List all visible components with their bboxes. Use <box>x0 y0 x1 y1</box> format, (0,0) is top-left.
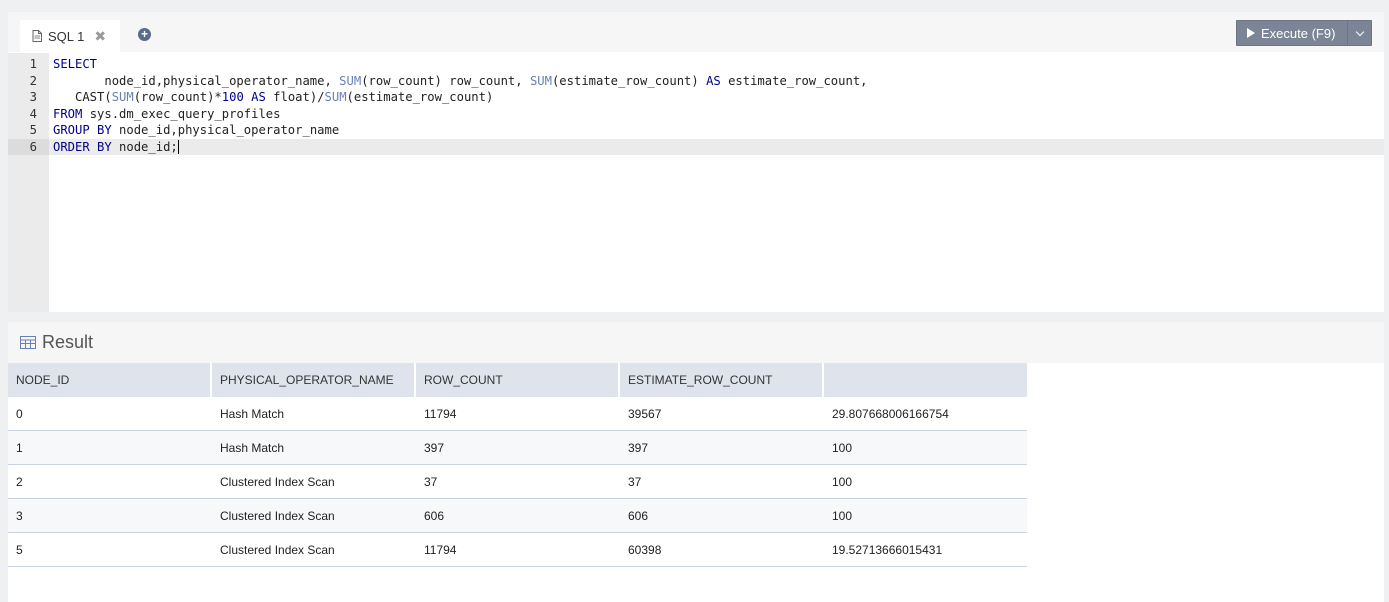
table-cell: 3 <box>16 508 23 523</box>
result-panel: Result NODE_ID PHYSICAL_OPERATOR_NAME ROW_… <box>8 322 1384 602</box>
line-number: 1 <box>29 57 37 71</box>
table-cell: 1 <box>16 440 23 455</box>
code-text: GROUP BY node_id,physical_operator_name <box>53 123 340 137</box>
table-row[interactable]: 2 Clustered Index Scan 37 37 100 <box>8 465 1027 499</box>
table-cell: 29.807668006166754 <box>832 406 949 421</box>
table-cell: 2 <box>16 474 23 489</box>
execute-dropdown[interactable] <box>1348 27 1371 36</box>
table-cell: Clustered Index Scan <box>220 474 335 489</box>
table-cell: 11794 <box>424 542 457 557</box>
table-cell: 60398 <box>628 542 662 557</box>
table-row[interactable]: 0 Hash Match 11794 39567 29.807668006166754 <box>8 397 1027 431</box>
table-cell: 19.52713666015431 <box>832 542 943 557</box>
table-cell: 397 <box>424 440 445 455</box>
tab-label: SQL 1 <box>48 28 85 44</box>
play-icon <box>1247 28 1255 38</box>
code-line[interactable]: 1 SELECT <box>30 56 1384 73</box>
grid-header-row: NODE_ID PHYSICAL_OPERATOR_NAME ROW_COUNT ES… <box>8 363 1027 397</box>
table-cell: 5 <box>16 542 23 557</box>
table-cell: Hash Match <box>220 440 285 455</box>
table-row[interactable]: 1 Hash Match 397 397 100 <box>8 431 1027 465</box>
table-cell: 100 <box>832 440 853 455</box>
code-line[interactable]: 6 ORDER BY node_id; <box>8 138 1384 155</box>
tab-sql-1[interactable]: SQL 1 ✖ <box>20 20 120 52</box>
table-cell: 0 <box>16 406 23 421</box>
table-cell: 606 <box>628 508 649 523</box>
table-cell: Clustered Index Scan <box>220 542 335 557</box>
code-line[interactable]: 5 GROUP BY node_id,physical_operator_name <box>30 122 1384 139</box>
column-header[interactable]: PHYSICAL_OPERATOR_NAME <box>212 363 416 397</box>
table-row[interactable]: 3 Clustered Index Scan 606 606 100 <box>8 499 1027 533</box>
table-cell: 397 <box>628 440 649 455</box>
table-cell: Clustered Index Scan <box>220 508 335 523</box>
code-line[interactable]: 2 node_id,physical_operator_name, SUM(ro… <box>30 73 1384 90</box>
grid-body: 0 Hash Match 11794 39567 29.807668006166754 1… <box>8 397 1027 567</box>
line-number: 4 <box>29 106 37 121</box>
result-header: Result <box>8 322 1384 363</box>
table-cell: 100 <box>832 508 853 523</box>
column-header[interactable]: NODE_ID <box>8 363 212 397</box>
code-text: FROM sys.dm_exec_query_profiles <box>53 106 281 121</box>
result-title: Result <box>42 332 94 352</box>
line-number: 5 <box>29 123 37 137</box>
table-icon <box>20 336 36 349</box>
execute-main[interactable]: Execute (F9) <box>1237 21 1347 45</box>
execute-button[interactable]: Execute (F9) <box>1236 20 1372 46</box>
table-cell: Hash Match <box>220 406 285 421</box>
tab-strip: SQL 1 ✖ + Execute (F9) <box>8 12 1384 52</box>
text-cursor <box>177 140 179 154</box>
column-header[interactable]: ESTIMATE_ROW_COUNT <box>620 363 824 397</box>
close-icon[interactable]: ✖ <box>94 29 106 43</box>
code-line[interactable]: 3 CAST(SUM(row_count)*100 AS float)/SUM(… <box>30 89 1384 106</box>
line-number: 2 <box>29 73 37 88</box>
code-text: ORDER BY node_id; <box>53 139 179 154</box>
table-cell: 606 <box>424 508 445 523</box>
line-number: 3 <box>29 90 37 104</box>
document-icon <box>32 30 42 42</box>
column-header[interactable] <box>824 363 1027 397</box>
line-number: 6 <box>29 139 37 154</box>
code-text: SELECT <box>53 57 98 71</box>
table-cell: 37 <box>628 474 642 489</box>
sql-editor-panel: SQL 1 ✖ + Execute (F9) 1 SELECT 2 node_id,… <box>8 12 1384 312</box>
code-line[interactable]: 4 FROM sys.dm_exec_query_profiles <box>30 106 1384 123</box>
table-cell: 11794 <box>424 406 457 421</box>
chevron-down-icon <box>1355 27 1364 36</box>
result-grid: NODE_ID PHYSICAL_OPERATOR_NAME ROW_COUNT ES… <box>8 363 1027 567</box>
column-header[interactable]: ROW_COUNT <box>416 363 620 397</box>
table-cell: 37 <box>424 474 438 489</box>
add-tab-icon[interactable]: + <box>138 28 151 41</box>
code-text: node_id,physical_operator_name, SUM(row_… <box>53 73 868 88</box>
table-cell: 100 <box>832 474 853 489</box>
table-row[interactable]: 5 Clustered Index Scan 11794 60398 19.527136… <box>8 533 1027 567</box>
code-text: CAST(SUM(row_count)*100 AS float)/SUM(es… <box>53 90 494 104</box>
execute-label: Execute (F9) <box>1261 25 1336 41</box>
table-cell: 39567 <box>628 406 662 421</box>
code-editor[interactable]: 1 SELECT 2 node_id,physical_operator_name,… <box>8 53 1384 312</box>
